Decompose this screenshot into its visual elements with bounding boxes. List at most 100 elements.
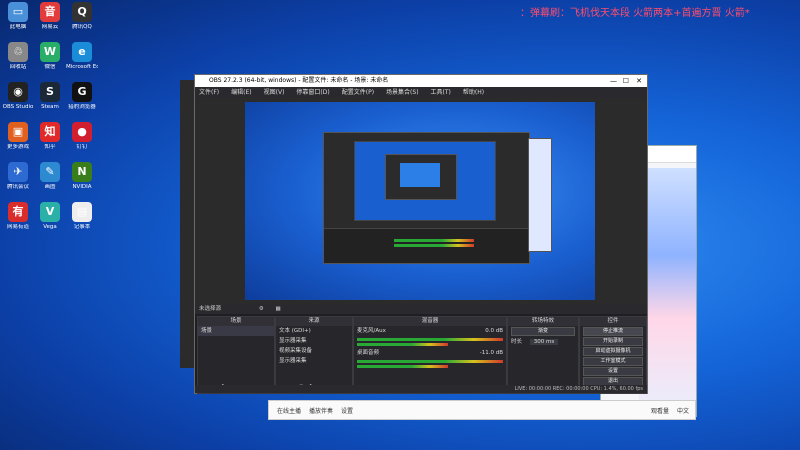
source-toolbar: 未选择源 ⚙ ▦ [195, 304, 647, 314]
source-item[interactable]: 显示器采集 [276, 336, 352, 346]
menu-item[interactable]: 编辑(E) [231, 87, 251, 98]
nested-right-window [528, 138, 552, 252]
start-recording-button[interactable]: 开始录制 [583, 337, 643, 346]
audio-meter [357, 338, 503, 341]
app-icon: W [40, 42, 60, 62]
audio-meter [357, 360, 503, 363]
app-icon: V [40, 202, 60, 222]
controls-dock-title: 控件 [580, 317, 646, 326]
toolbar-item-online[interactable]: 在线主播 [277, 406, 301, 415]
duration-label: 时长 [511, 339, 523, 345]
desktop-icon[interactable]: ▣ 更多游戏 [2, 122, 34, 150]
app-icon: S [40, 82, 60, 102]
desktop-icon-label: 更多游戏 [6, 144, 29, 150]
nested-preview-level-4 [400, 163, 440, 187]
desktop-icon[interactable]: 音网易云 [34, 2, 66, 30]
source-item[interactable]: 文本 (GDI+) [276, 326, 352, 336]
desktop-icon[interactable]: V Vega [34, 202, 66, 230]
desktop-icon[interactable]: ♲ 回收站 [2, 42, 34, 70]
scenes-dock-title: 场景 [198, 317, 274, 326]
scenes-dock: 场景 场景 + − ⌃ ⌄ [197, 316, 275, 394]
toolbar-item-lang[interactable]: 中文 [677, 406, 689, 415]
app-icon: ✈ [8, 162, 28, 182]
desktop-icon[interactable]: ● 钉钉 [66, 122, 98, 150]
desktop-icon[interactable]: ◉ OBS Studio [2, 82, 34, 110]
desktop-icon-label: NVIDIA [72, 184, 92, 190]
sources-dock: 来源 文本 (GDI+) 显示器采集 视频采集设备 显示器采集 + − ⚙ ⌃ … [275, 316, 353, 394]
desktop-icon[interactable]: Q 腾讯QQ [66, 2, 98, 30]
nested-docks [324, 228, 529, 263]
desktop-icon-label: 回收站 [9, 64, 27, 70]
nested-meter [394, 239, 474, 242]
minimize-icon[interactable]: — [610, 75, 617, 87]
app-icon: N [72, 162, 92, 182]
desktop-icon-label: 知乎 [44, 144, 56, 150]
obs-menubar: 文件(F) 编辑(E) 视图(V) 停靠窗口(D) 配置文件(P) 场景集合(S) 工具(T… [195, 87, 647, 98]
virtual-camera-button[interactable]: 启动虚拟摄像机 [583, 347, 643, 356]
app-icon: 有 [8, 202, 28, 222]
mixer-track: 桌面音频 -11.0 dB [354, 348, 506, 358]
desktop-icon-label: 记事本 [73, 224, 91, 230]
app-icon: e [72, 42, 92, 62]
desktop-icon-label: Microsoft Edge [66, 64, 98, 70]
mixer-dock: 混音器 麦克风/Aux 0.0 dB 桌面音频 -11.0 dB [353, 316, 507, 394]
desktop-icon[interactable]: W 微信 [34, 42, 66, 70]
app-icon: ▤ [72, 202, 92, 222]
obs-titlebar[interactable]: OBS 27.2.3 (64-bit, windows) - 配置文件: 未命名… [195, 75, 647, 87]
track-db: 0.0 dB [485, 328, 503, 334]
app-icon: ♲ [8, 42, 28, 62]
desktop-icon[interactable]: S Steam [34, 82, 66, 110]
mixer-dock-title: 混音器 [354, 317, 506, 326]
properties-icon[interactable]: ⚙ [259, 306, 264, 312]
menu-item[interactable]: 配置文件(P) [342, 87, 374, 98]
stop-streaming-button[interactable]: 停止推流 [583, 327, 643, 336]
menu-item[interactable]: 帮助(H) [463, 87, 484, 98]
menu-item[interactable]: 工具(T) [431, 87, 451, 98]
preview-scene [245, 102, 595, 300]
desktop-icon-label: 钉钉 [76, 144, 88, 150]
transitions-dock: 转场特效 渐变 时长 300 ms [507, 316, 579, 394]
app-icon: ✎ [40, 162, 60, 182]
desktop-icon-label: 猎豹浏览器 [68, 104, 96, 110]
desktop-icon[interactable]: 有网易有道 [2, 202, 34, 230]
scene-item[interactable]: 场景 [198, 326, 274, 336]
transition-select[interactable]: 渐变 [511, 327, 575, 336]
app-icon: 知 [40, 122, 60, 142]
maximize-icon[interactable]: ☐ [623, 75, 629, 87]
desktop-icon[interactable]: e Microsoft Edge [66, 42, 98, 70]
menu-item[interactable]: 场景集合(S) [386, 87, 419, 98]
obs-title: OBS 27.2.3 (64-bit, windows) - 配置文件: 未命名… [209, 77, 389, 84]
menu-item[interactable]: 文件(F) [199, 87, 219, 98]
obs-preview[interactable] [195, 98, 647, 304]
desktop-icon[interactable]: ✈ 腾讯会议 [2, 162, 34, 190]
desktop-icon[interactable]: ▤ 记事本 [66, 202, 98, 230]
desktop-icon[interactable]: ✎ 画图 [34, 162, 66, 190]
duration-input[interactable]: 300 ms [529, 339, 559, 345]
desktop-icon-label: OBS Studio [2, 104, 34, 110]
desktop-icon-label: 画图 [44, 184, 56, 190]
close-icon[interactable]: ✕ [636, 75, 642, 87]
nested-preview-level-2 [354, 141, 496, 221]
studio-mode-button[interactable]: 工作室模式 [583, 357, 643, 366]
menu-item[interactable]: 停靠窗口(D) [296, 87, 329, 98]
filters-icon[interactable]: ▦ [275, 306, 280, 312]
desktop-icon[interactable]: G 猎豹浏览器 [66, 82, 98, 110]
volume-slider[interactable] [357, 343, 449, 346]
no-source-label: 未选择源 [199, 306, 222, 312]
menu-item[interactable]: 视图(V) [264, 87, 285, 98]
desktop-icon-label: Steam [41, 104, 59, 110]
source-item[interactable]: 视频采集设备 [276, 346, 352, 356]
desktop-icon-label: 微信 [44, 64, 56, 70]
toolbar-item-music[interactable]: 播放伴奏 [309, 406, 333, 415]
obs-window[interactable]: OBS 27.2.3 (64-bit, windows) - 配置文件: 未命名… [194, 74, 648, 394]
desktop-icon[interactable]: N NVIDIA [66, 162, 98, 190]
settings-button[interactable]: 设置 [583, 367, 643, 376]
toolbar-item-settings[interactable]: 设置 [341, 406, 353, 415]
desktop-icon-label: Vega [43, 224, 57, 230]
volume-slider[interactable] [357, 365, 449, 368]
toolbar-item-views[interactable]: 观看量 [651, 406, 669, 415]
app-icon: ▭ [8, 2, 28, 22]
source-item[interactable]: 显示器采集 [276, 356, 352, 366]
desktop-icon[interactable]: ▭ 此电脑 [2, 2, 34, 30]
desktop-icon[interactable]: 知知乎 [34, 122, 66, 150]
